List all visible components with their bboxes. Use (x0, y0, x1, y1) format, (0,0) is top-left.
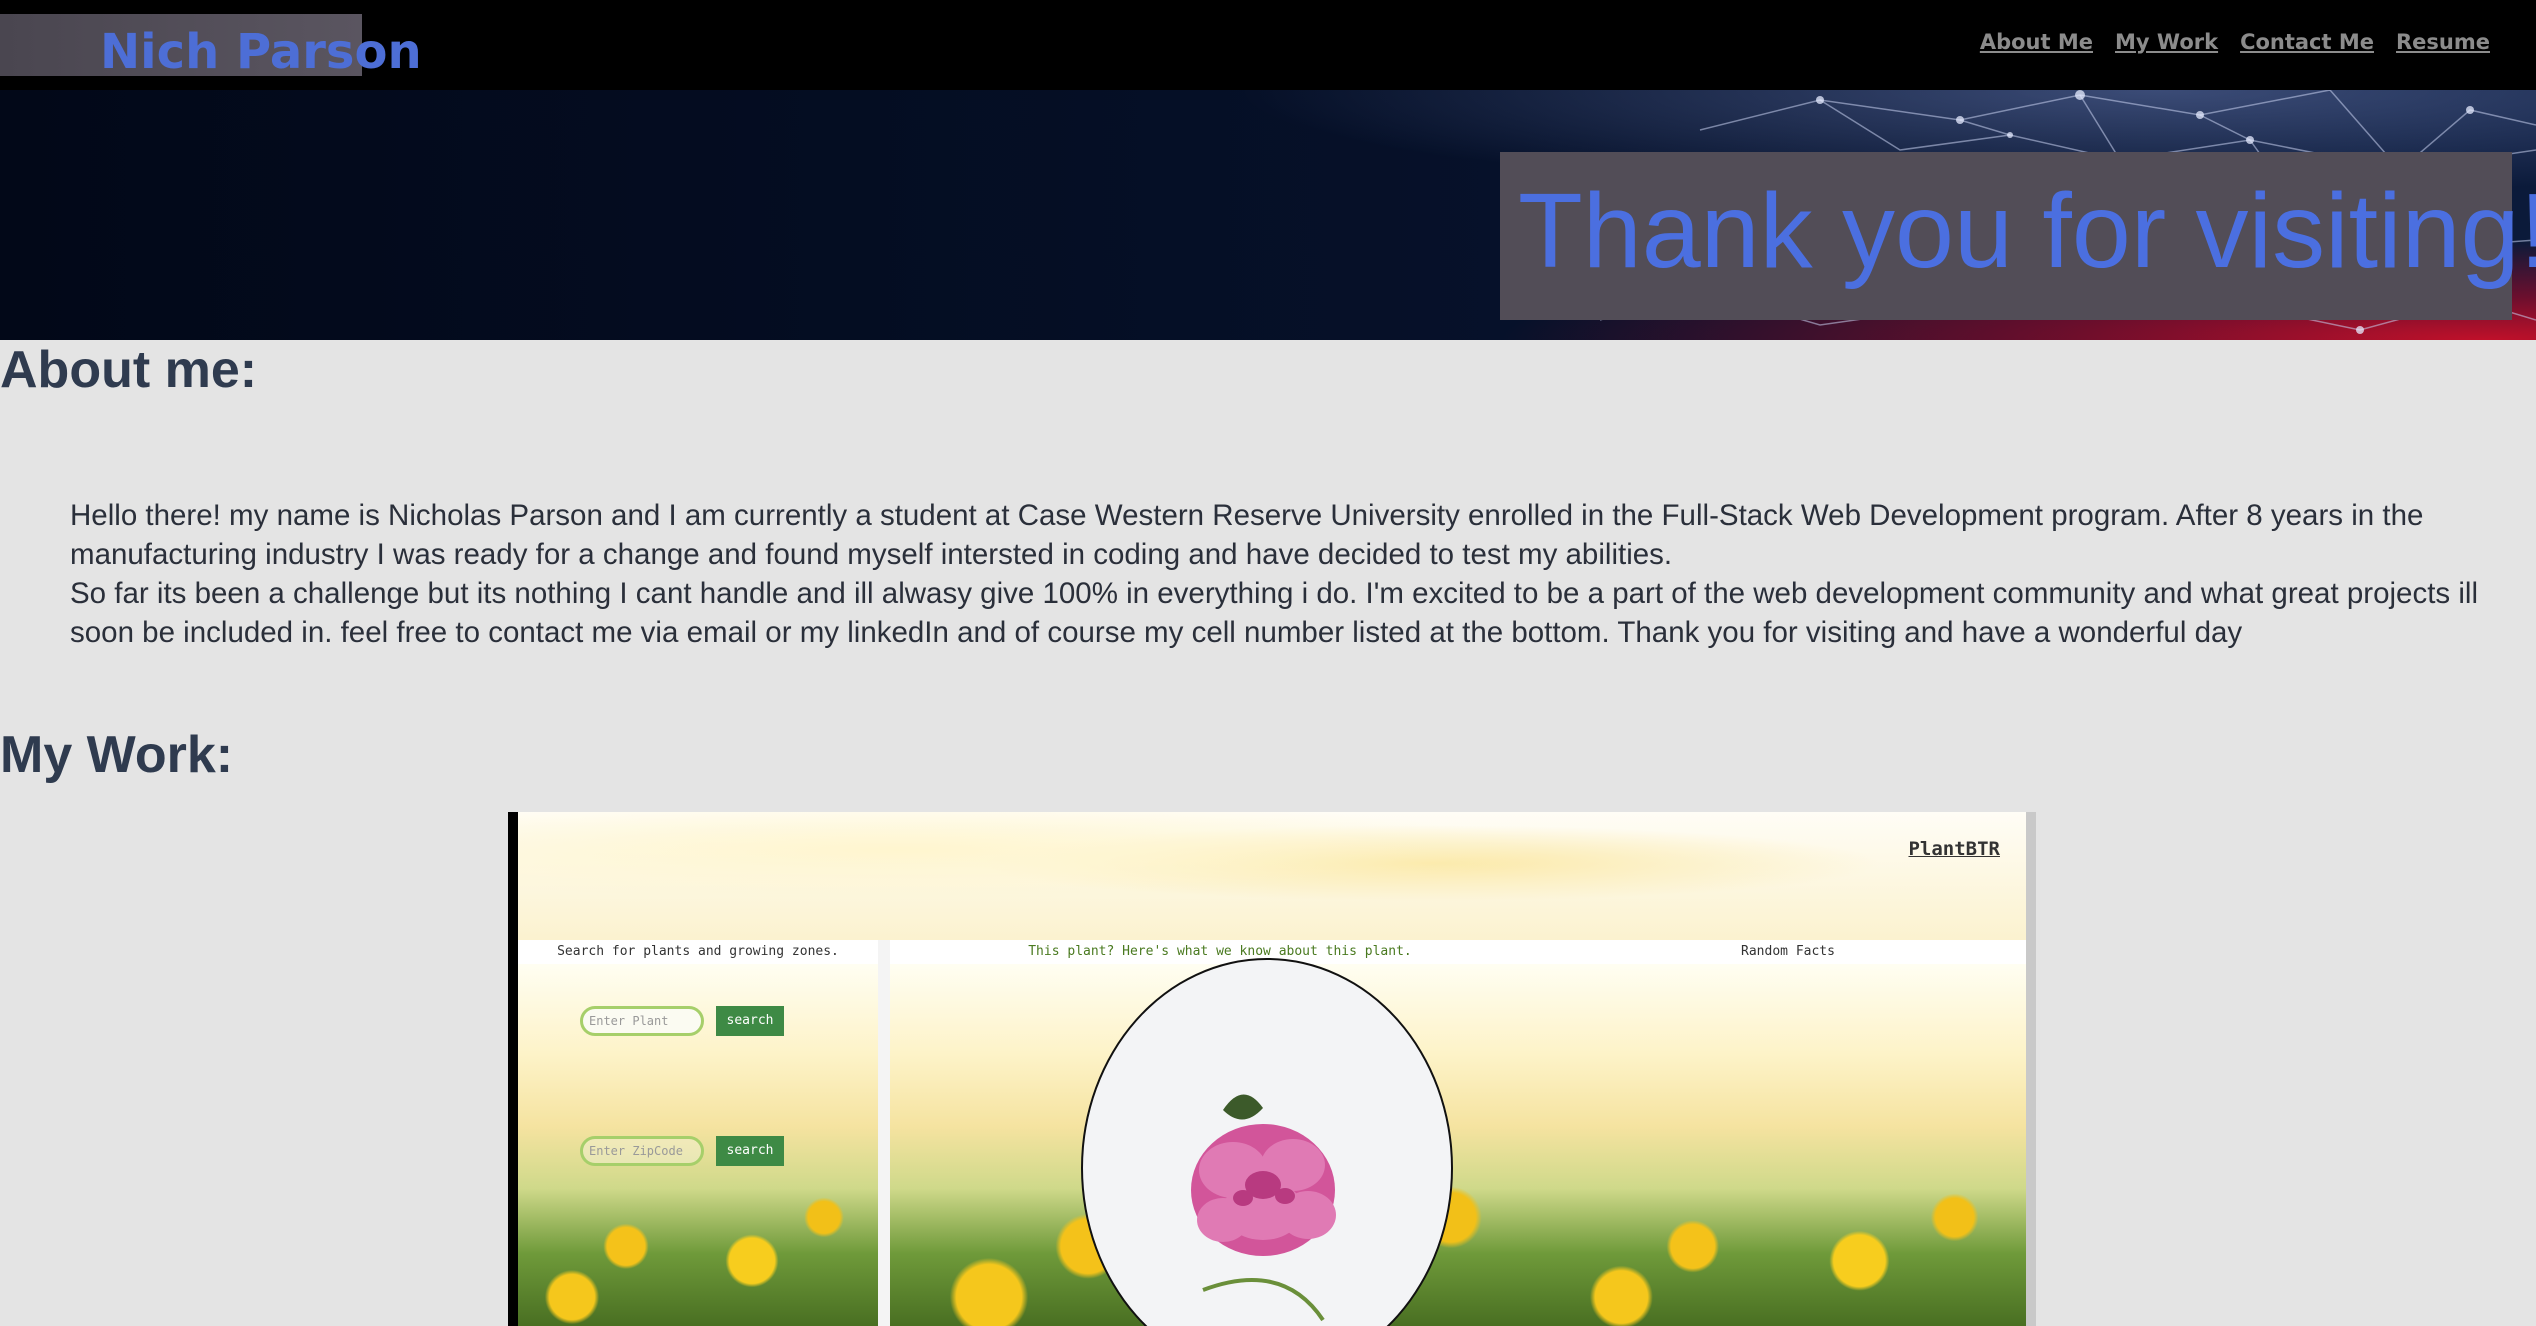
project-center-title: This plant? Here's what we know about th… (890, 940, 1550, 964)
project-screenshot-plantbtr[interactable]: PlantBTR Search for plants and growing z… (508, 812, 2036, 1326)
my-work-heading: My Work: (0, 726, 234, 784)
hero-title: Thank you for visiting! (1518, 172, 2536, 290)
project-top-banner: PlantBTR (518, 812, 2036, 940)
project-right-title: Random Facts (1550, 940, 2026, 964)
project-plant-input: Enter Plant (580, 1006, 704, 1036)
project-left-title: Search for plants and growing zones. (518, 940, 878, 964)
nav-resume-link[interactable]: Resume (2396, 30, 2490, 54)
nav-contact-me-link[interactable]: Contact Me (2240, 30, 2374, 54)
main-nav: About Me My Work Contact Me Resume (1980, 30, 2490, 54)
nav-my-work-link[interactable]: My Work (2115, 30, 2218, 54)
column-gap (878, 940, 890, 1326)
project-zip-input: Enter ZipCode (580, 1136, 704, 1166)
brand-badge: Nich Parson (0, 14, 422, 80)
hero-banner: Thank you for visiting! (0, 90, 2536, 340)
project-zip-search-button: search (716, 1136, 784, 1166)
about-heading: About me: (0, 341, 258, 399)
about-paragraph-2: So far its been a challenge but its noth… (70, 577, 2478, 649)
about-body: Hello there! my name is Nicholas Parson … (70, 496, 2490, 652)
project-site-name: PlantBTR (1908, 838, 2000, 860)
hero-title-box: Thank you for visiting! (1500, 152, 2536, 320)
brand-name[interactable]: Nich Parson (100, 24, 422, 80)
project-right-column-image (1550, 964, 2026, 1326)
nav-about-me-link[interactable]: About Me (1980, 30, 2093, 54)
project-scrollbar (2026, 812, 2036, 1326)
top-nav-bar: Nich Parson About Me My Work Contact Me … (0, 0, 2536, 90)
project-plant-search-button: search (716, 1006, 784, 1036)
about-paragraph-1: Hello there! my name is Nicholas Parson … (70, 499, 2424, 571)
